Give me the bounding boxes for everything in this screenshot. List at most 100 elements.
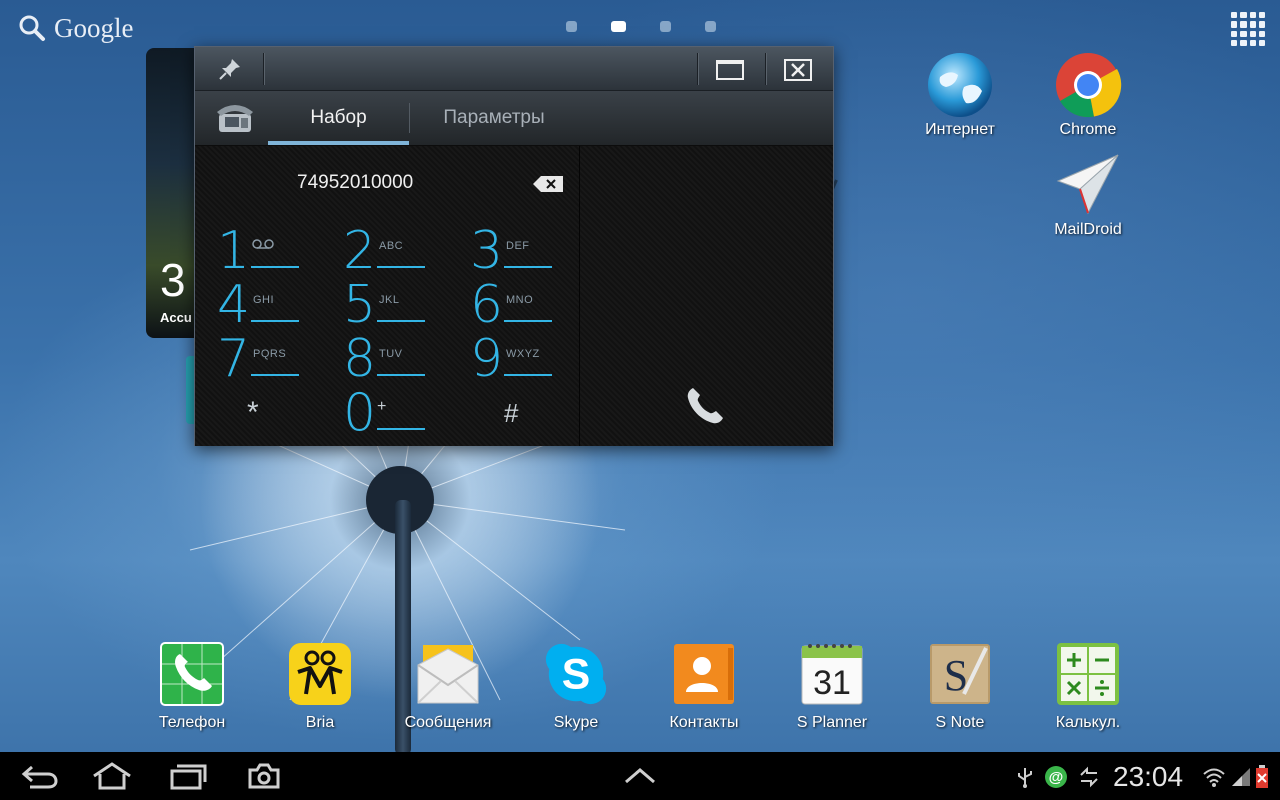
desktop-icon-label: Chrome <box>1059 121 1117 138</box>
battery-icon <box>1252 764 1272 790</box>
desktop-icon-chrome[interactable]: Chrome <box>1033 50 1143 139</box>
dial-key-4[interactable]: 4 GHI <box>195 278 315 332</box>
search-icon <box>19 15 45 41</box>
svg-text:S: S <box>562 651 591 699</box>
dock-label: Калькул. <box>1055 714 1121 731</box>
svg-text:@: @ <box>1049 769 1064 786</box>
key-letters: TUV <box>379 348 403 360</box>
tab-dial[interactable]: Набор <box>268 91 409 145</box>
voicemail-icon <box>252 239 274 249</box>
dial-key-9[interactable]: 9 WXYZ <box>448 332 568 386</box>
dock-label: S Planner <box>796 714 868 731</box>
tab-settings[interactable]: Параметры <box>409 91 579 145</box>
key-letters: JKL <box>379 294 400 306</box>
desk-phone-icon <box>217 105 253 132</box>
maximize-button[interactable] <box>716 60 744 80</box>
s-note-icon: S <box>930 644 990 704</box>
backspace-icon[interactable] <box>533 176 563 192</box>
dial-key-1[interactable]: 1 <box>195 224 315 278</box>
close-icon <box>791 63 805 77</box>
calendar-day: 31 <box>813 664 851 702</box>
system-bar: @ 23:04 <box>0 752 1280 800</box>
widget-label: Accu <box>160 310 192 325</box>
dock-s-planner[interactable]: 31 S Planner <box>772 640 892 732</box>
key-letters: + <box>377 398 387 415</box>
key-digit: 6 <box>470 275 504 335</box>
key-letters: PQRS <box>253 348 287 360</box>
contacts-icon <box>674 644 734 704</box>
dial-key-6[interactable]: 6 MNO <box>448 278 568 332</box>
home-icon <box>93 762 131 790</box>
screenshot-button[interactable] <box>240 760 288 792</box>
close-button[interactable] <box>784 59 812 81</box>
dial-key-2[interactable]: 2 ABC <box>321 224 441 278</box>
wifi-icon <box>1201 764 1227 790</box>
dial-key-hash[interactable]: # <box>448 386 568 440</box>
page-dot[interactable] <box>705 21 716 32</box>
chevron-up-icon <box>625 768 655 784</box>
email-notification-icon[interactable]: @ <box>1043 764 1069 790</box>
key-letters: WXYZ <box>506 348 540 360</box>
recent-apps-button[interactable] <box>164 760 212 792</box>
dock-s-note[interactable]: S S Note <box>900 640 1020 732</box>
desktop-icon-label: MailDroid <box>1054 221 1122 238</box>
number-display[interactable]: 74952010000 <box>195 146 579 218</box>
apps-grid-icon[interactable] <box>1231 12 1265 46</box>
key-letters: GHI <box>253 294 275 306</box>
key-digit: # <box>504 398 519 428</box>
chrome-icon <box>1056 53 1122 118</box>
key-digit: 5 <box>343 275 377 335</box>
dock-label: Контакты <box>669 714 739 731</box>
dial-key-5[interactable]: 5 JKL <box>321 278 441 332</box>
dock-calculator[interactable]: Калькул. <box>1028 640 1148 732</box>
dock-label: Сообщения <box>404 714 492 731</box>
pin-icon[interactable] <box>217 56 243 82</box>
dial-key-star[interactable]: * <box>195 386 315 440</box>
dock-label: S Note <box>935 714 985 731</box>
desktop-icon-internet[interactable]: Интернет <box>905 50 1015 139</box>
page-dot[interactable] <box>660 21 671 32</box>
dock-phone[interactable]: Телефон <box>132 640 252 732</box>
page-dot[interactable] <box>566 21 577 32</box>
key-digit: 3 <box>470 221 504 281</box>
dial-key-7[interactable]: 7 PQRS <box>195 332 315 386</box>
key-digit: 9 <box>470 329 504 389</box>
sync-icon <box>1076 764 1102 790</box>
dock-skype[interactable]: S Skype <box>516 640 636 732</box>
back-button[interactable] <box>16 760 64 792</box>
calendar-icon: 31 <box>801 644 863 705</box>
key-digit: * <box>247 396 259 429</box>
recent-apps-icon <box>170 764 207 790</box>
key-letters: ABC <box>379 240 404 252</box>
dock-bria[interactable]: Bria <box>260 640 380 732</box>
status-clock[interactable]: 23:04 <box>1113 761 1183 793</box>
dock-contacts[interactable]: Контакты <box>644 640 764 732</box>
dial-key-8[interactable]: 8 TUV <box>321 332 441 386</box>
dialer-tabbar: Набор Параметры <box>195 91 833 145</box>
dialer-window: Набор Параметры 74952010000 1 2 ABC 3 DE… <box>194 46 834 446</box>
home-button[interactable] <box>88 760 136 792</box>
dial-key-3[interactable]: 3 DEF <box>448 224 568 278</box>
home-page-indicator <box>566 21 716 32</box>
widget-time: 3 <box>160 254 186 306</box>
dial-key-0[interactable]: 0 + <box>321 386 441 440</box>
dock-label: Bria <box>305 714 335 731</box>
dock-messages[interactable]: Сообщения <box>388 640 508 732</box>
key-digit: 7 <box>217 329 251 389</box>
usb-icon <box>1012 764 1038 790</box>
page-dot-active[interactable] <box>611 21 626 32</box>
back-icon <box>21 765 58 789</box>
bria-icon <box>289 643 351 705</box>
window-titlebar[interactable] <box>195 47 833 91</box>
key-digit: 1 <box>217 221 251 281</box>
desktop-icon-maildroid[interactable]: MailDroid <box>1033 150 1143 239</box>
call-button[interactable] <box>680 381 730 431</box>
key-letters: MNO <box>506 294 534 306</box>
call-panel <box>579 146 833 446</box>
key-digit: 0 <box>343 383 377 443</box>
google-search-bar[interactable]: Google <box>18 10 133 46</box>
calculator-icon <box>1057 643 1119 705</box>
mini-apps-tray-button[interactable] <box>616 760 664 792</box>
dialpad-area: 74952010000 1 2 ABC 3 DEF 4 GHI 5 JKL 6 … <box>195 146 833 446</box>
key-letters: DEF <box>506 240 530 252</box>
